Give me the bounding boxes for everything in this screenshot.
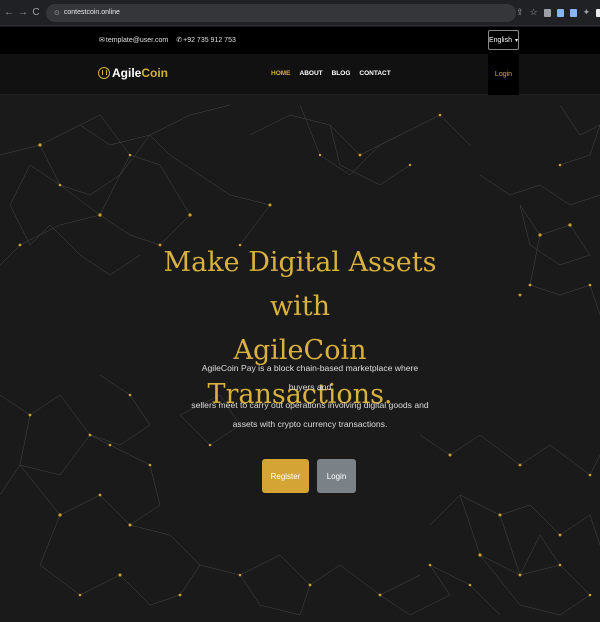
lock-icon: ⊙	[54, 9, 60, 17]
extension-icon[interactable]	[543, 8, 551, 17]
hero-login-button[interactable]: Login	[317, 459, 356, 493]
mail-icon: ✉	[99, 37, 105, 44]
extension-icon[interactable]	[569, 8, 577, 17]
reload-icon[interactable]: C	[32, 7, 40, 18]
chevron-down-icon: ▾	[514, 37, 518, 44]
brand-logo[interactable]: Agile Coin	[98, 66, 168, 80]
phone-icon: ✆	[176, 37, 183, 44]
puzzle-icon[interactable]: ✦	[583, 7, 591, 18]
nav-login-button[interactable]: Login	[488, 54, 519, 95]
hero-section: Make Digital Assets with AgileCoin Trans…	[0, 95, 600, 622]
phone-link[interactable]: ✆+92 735 912 753	[176, 36, 236, 44]
forward-icon[interactable]: →	[18, 7, 28, 18]
browser-toolbar: ← → C ⊙ contestcoin.online ⇪ ☆ ✦	[0, 0, 600, 26]
back-icon[interactable]: ←	[4, 7, 14, 18]
extension-icons: ⇪ ☆ ✦	[516, 7, 600, 18]
share-icon[interactable]: ⇪	[516, 7, 524, 18]
email-link[interactable]: ✉template@user.com	[99, 36, 168, 44]
extension-icon[interactable]	[556, 8, 564, 17]
url-text: contestcoin.online	[63, 9, 120, 16]
star-icon[interactable]: ☆	[530, 7, 538, 18]
hero-description: AgileCoin Pay is a block chain-based mar…	[191, 363, 429, 429]
nav-item-home[interactable]: HOME	[271, 70, 291, 77]
browser-nav: ← → C	[4, 7, 40, 18]
sidepanel-icon[interactable]	[596, 8, 600, 17]
contact-info: ✉template@user.com ✆+92 735 912 753	[99, 36, 236, 44]
address-bar[interactable]: ⊙ contestcoin.online	[46, 3, 516, 22]
nav-item-contact[interactable]: CONTACT	[359, 70, 390, 77]
language-select[interactable]: English ▾	[488, 30, 519, 50]
nav-menu: HOME ABOUT BLOG CONTACT	[271, 70, 391, 77]
logo-icon	[98, 67, 110, 79]
nav-item-about[interactable]: ABOUT	[300, 70, 323, 77]
nav-item-blog[interactable]: BLOG	[332, 70, 351, 77]
register-button[interactable]: Register	[262, 459, 309, 493]
